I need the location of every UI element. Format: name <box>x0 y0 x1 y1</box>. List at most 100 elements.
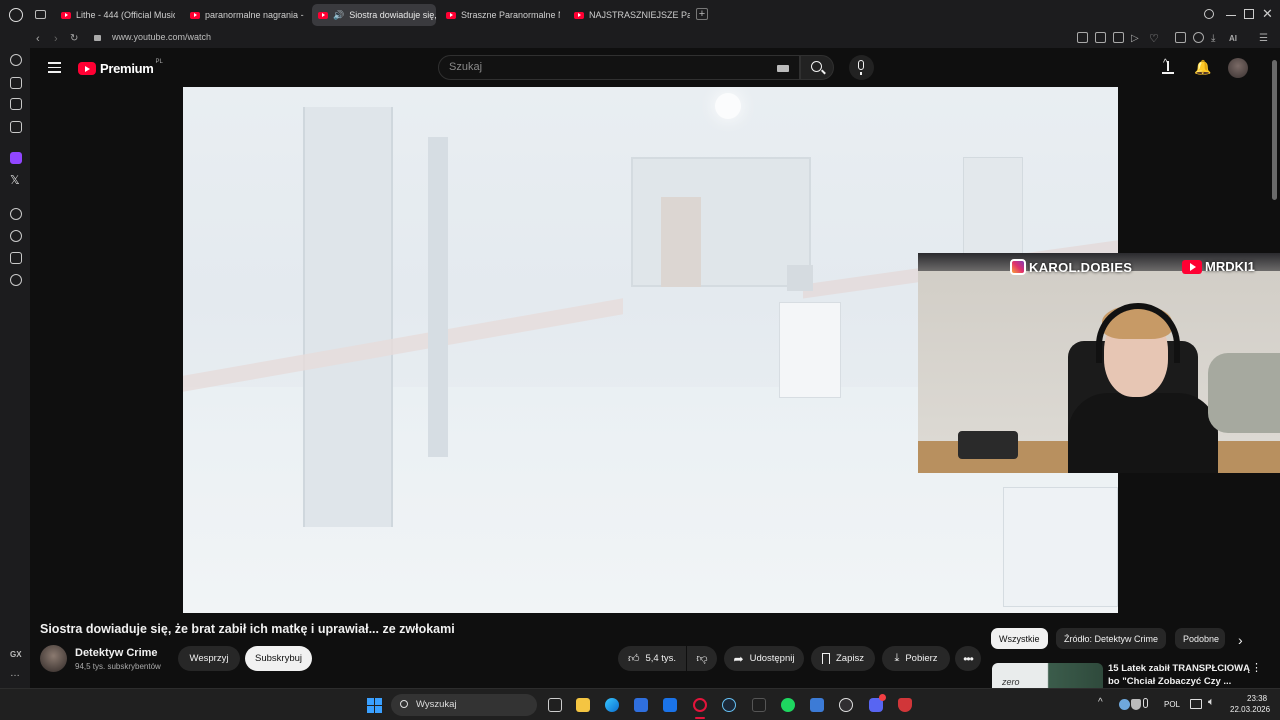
chevron-right-icon[interactable]: › <box>1238 632 1243 648</box>
chip-all[interactable]: Wszystkie <box>991 628 1048 649</box>
extensions-sidebar-icon[interactable] <box>10 252 22 264</box>
adblock-icon[interactable] <box>1113 32 1124 43</box>
channel-avatar[interactable] <box>40 645 67 672</box>
recommended-more-icon[interactable]: ⋮ <box>1251 663 1262 674</box>
mail-icon[interactable] <box>663 698 677 712</box>
menu-icon[interactable] <box>48 62 61 73</box>
gx-corner-icon[interactable] <box>10 77 22 89</box>
task-view-icon[interactable] <box>548 698 562 712</box>
pin-icon[interactable] <box>1077 32 1088 43</box>
maximize-icon[interactable] <box>1244 9 1254 19</box>
avatar[interactable] <box>1228 58 1248 78</box>
new-tab-button[interactable]: + <box>696 8 708 20</box>
search-button[interactable] <box>800 55 834 80</box>
network-icon[interactable] <box>1190 699 1202 709</box>
like-count: 5,4 tys. <box>645 653 677 664</box>
gx-cleaner-icon[interactable] <box>10 98 22 110</box>
nurse-station-desk <box>779 302 841 398</box>
tab-paranormalne-nagrania[interactable]: paranormalne nagrania - Y <box>184 4 304 26</box>
terminal-icon[interactable] <box>752 698 766 712</box>
back-icon[interactable]: ‹ <box>36 31 40 47</box>
url-field[interactable]: www.youtube.com/watch <box>112 32 211 42</box>
reload-icon[interactable]: ↻ <box>70 31 78 47</box>
close-window-icon[interactable]: ✕ <box>1262 6 1273 22</box>
riot-shield-icon[interactable] <box>898 698 912 712</box>
save-button[interactable]: Zapisz <box>811 646 875 671</box>
chip-source-channel[interactable]: Źródło: Detektyw Crime <box>1056 628 1167 649</box>
page-scrollbar[interactable] <box>1272 60 1277 200</box>
snapshot-icon[interactable] <box>1095 32 1106 43</box>
windows-start-icon[interactable] <box>367 698 382 713</box>
opera-gx-logo-icon[interactable] <box>9 8 23 22</box>
gx-label[interactable]: GX <box>10 650 22 659</box>
heart-icon[interactable]: ♡ <box>1149 31 1159 47</box>
tab-siostra-active[interactable]: 🔊 Siostra dowiaduje się, <box>312 4 436 26</box>
browser-tab-strip: Lithe - 444 (Official Music paranormalne… <box>0 0 1280 30</box>
share-button[interactable]: ➦ Udostępnij <box>724 646 804 671</box>
more-actions-button[interactable]: ••• <box>955 646 981 671</box>
virtualbox-icon[interactable] <box>810 698 824 712</box>
edge-icon[interactable] <box>605 698 619 712</box>
language-indicator[interactable]: POL <box>1164 700 1180 709</box>
play-icon[interactable]: ▷ <box>1131 31 1139 47</box>
opera-gx-taskbar-icon[interactable] <box>693 698 707 712</box>
tab-straszne-paranormalne[interactable]: Straszne Paranormalne N <box>440 4 560 26</box>
instagram-handle: KAROL.DOBIES <box>1029 259 1133 275</box>
speaker-icon[interactable]: 🔊 <box>333 10 344 21</box>
download-label: Pobierz <box>905 653 938 664</box>
tray-app-icon[interactable] <box>1119 699 1130 710</box>
twitch-icon[interactable] <box>10 152 22 164</box>
spotify-icon[interactable] <box>781 698 795 712</box>
download-icon[interactable]: ⤓ <box>1211 31 1215 47</box>
workspaces-icon[interactable] <box>35 10 46 19</box>
recommended-thumbnail[interactable]: zero <box>992 663 1103 688</box>
tab-najstraszniejsze[interactable]: NAJSTRASZNIEJSZE Para <box>568 4 690 26</box>
support-button[interactable]: Wesprzyj <box>178 646 240 671</box>
taskbar-search[interactable]: Wyszukaj <box>391 694 537 716</box>
tab-lithe[interactable]: Lithe - 444 (Official Music <box>55 4 175 26</box>
steam-icon[interactable] <box>722 698 736 712</box>
youtube-favicon-icon <box>318 11 328 19</box>
subscribe-label: Subskrybuj <box>255 653 302 664</box>
forward-icon[interactable]: › <box>54 31 58 47</box>
dislike-button[interactable]: 👎︎ <box>687 646 717 671</box>
tray-shield-icon[interactable] <box>1131 699 1141 710</box>
keyboard-icon[interactable] <box>777 65 789 72</box>
file-explorer-icon[interactable] <box>576 698 590 712</box>
easy-setup-icon[interactable]: ☰ <box>1259 31 1268 47</box>
channel-name[interactable]: Detektyw Crime <box>75 647 158 659</box>
subscribe-button[interactable]: Subskrybuj <box>245 646 312 671</box>
obs-icon[interactable] <box>839 698 853 712</box>
gx-control-icon[interactable] <box>10 54 22 66</box>
volume-icon[interactable]: 🔈︎ <box>1208 696 1215 709</box>
recommended-title-line2[interactable]: bo "Chciał Zobaczyć Czy ... <box>1108 676 1231 687</box>
minimize-icon[interactable] <box>1226 15 1236 17</box>
tab-search-icon[interactable] <box>1204 9 1214 19</box>
download-button[interactable]: ⤓ Pobierz <box>882 646 950 671</box>
ms-store-icon[interactable] <box>634 698 648 712</box>
settings-icon[interactable] <box>10 274 22 286</box>
search-input[interactable] <box>449 61 749 73</box>
extensions-icon[interactable] <box>1175 32 1186 43</box>
notifications-bell-icon[interactable]: 🔔 <box>1194 60 1211 74</box>
clock-date[interactable]: 22.03.2026 <box>1230 705 1270 714</box>
bookmark-icon <box>822 653 830 664</box>
wall-door-mid <box>428 137 448 457</box>
recommended-title-line1[interactable]: 15 Latek zabił TRANSPŁCIOWĄ <box>1108 663 1250 674</box>
messenger-icon[interactable] <box>10 121 22 133</box>
history-icon[interactable] <box>10 230 22 242</box>
profile-icon[interactable] <box>1193 32 1204 43</box>
voice-search-button[interactable] <box>849 55 874 80</box>
upload-icon[interactable]: ^ <box>1162 59 1174 74</box>
thumbs-up-icon: 👍︎ <box>627 653 640 665</box>
like-button[interactable]: 👍︎ 5,4 tys. <box>618 646 686 671</box>
player-icon[interactable] <box>10 208 22 220</box>
more-sidebar-icon[interactable]: … <box>10 668 20 679</box>
tray-overflow-icon[interactable]: ^ <box>1098 697 1103 708</box>
youtube-premium-logo[interactable]: Premium PL <box>78 59 165 76</box>
x-twitter-icon[interactable]: 𝕏 <box>10 173 20 187</box>
clock-time[interactable]: 23:38 <box>1247 694 1267 703</box>
chip-related[interactable]: Podobne <box>1175 628 1225 649</box>
ai-icon[interactable]: AI <box>1229 31 1237 47</box>
tray-microphone-icon[interactable] <box>1143 698 1148 708</box>
